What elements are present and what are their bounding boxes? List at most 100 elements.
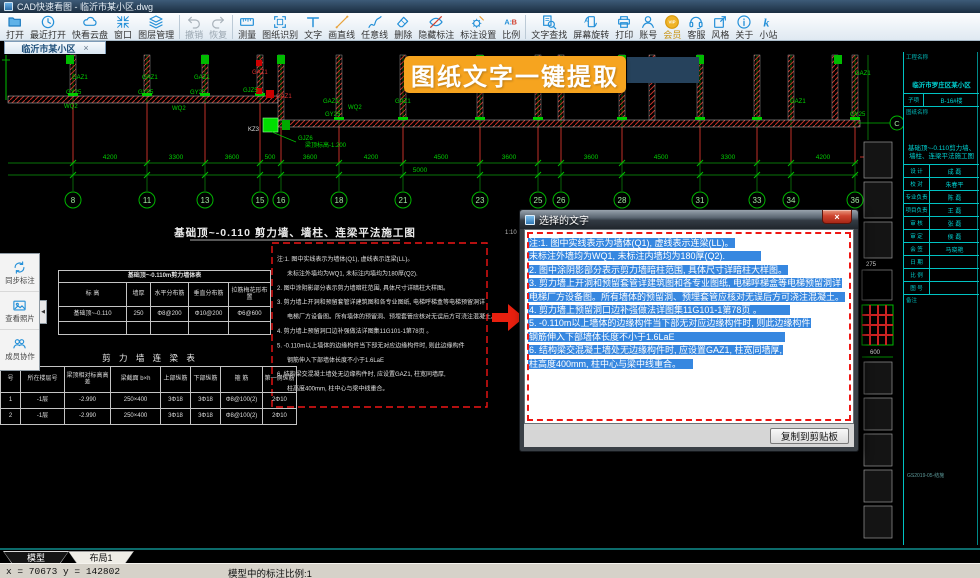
title-block-value: 朱春平 [930,178,979,190]
toolbar-button-eraser[interactable]: 删除 [391,14,415,40]
cad-text: GAZ1 [790,99,806,105]
toolbar-button-layers[interactable]: 图层管理 [135,14,177,40]
toolbar-button-label: 会员 [663,30,681,40]
dialog-text-line[interactable]: 柱高度400mm, 柱中心与梁中线重合。 [528,358,850,371]
toolbar-button-drawing-recognize[interactable]: 图纸识别 [259,14,301,40]
cad-text: 3600 [303,154,318,161]
title-block-value: 墙柱、连梁平法施工图 [909,153,974,161]
title-block-value: 基础顶~-0.110剪力墙、 [908,145,975,153]
title-block-note-section: 备注 [904,295,979,455]
title-block-value [930,256,979,268]
toolbar-button-text-search[interactable]: 文字查找 [528,14,570,40]
toolbar-button-about-info[interactable]: 关于 [732,14,756,40]
table-cell: 250×400 [111,393,161,409]
cad-text: 31 [696,196,705,205]
cad-text: 16 [277,196,286,205]
table-cell: 梁顶相对标高高差 [65,367,111,393]
toolbar-button-text-tool[interactable]: 文字 [301,14,325,40]
dialog-title-bar[interactable]: 选择的文字 [520,210,858,229]
toolbar-button-cloud-drive[interactable]: 快看云盘 [69,14,111,40]
title-block-person-row: 会 签马晓艳 [904,243,979,256]
dialog-text-line[interactable]: 2. 图中涂阴影部分表示剪力墙暗柱范围, 具体尺寸详暗柱大样图。 [528,264,850,277]
tab-close-icon[interactable]: × [83,44,88,53]
dialog-text-line[interactable]: 6. 结构梁交混凝土墙处无边缘构件时, 应设置GAZ1, 柱宽同墙厚, [528,344,850,357]
dialog-text-line[interactable]: 5. -0.110m以上墙体的边缘构件当下部无对应边缘构件时, 则此边缘构件 [528,317,850,330]
toolbar-button-printer[interactable]: 打印 [612,14,636,40]
cad-text: 5. -0.110m以上墙体的边缘构件当下部无对应边缘构件时, 则此边缘构件 [277,341,465,349]
table-cell [229,322,271,335]
document-tab[interactable]: 临沂市某小区 × [4,41,106,54]
toolbar-separator [525,15,526,39]
dialog-text-line[interactable]: 注:1. 图中实线表示为墙体(Q1), 虚线表示连梁(LL)。 [528,237,850,250]
text-tool-icon [305,14,321,30]
measure-icon [239,14,255,30]
toolbar-button-label: 画直线 [328,30,355,40]
title-block-label: 项目负责 [904,204,930,216]
cad-text: 500 [265,154,276,161]
title-bar: CAD快速看图 - 临沂市某小区.dwg [0,0,980,13]
toolbar-button-label: 测量 [238,30,256,40]
toolbar-button-label: 图层管理 [138,30,174,40]
title-block-divider [977,52,978,545]
dialog-text-line[interactable]: 未标注外墙均为WQ1, 未标注内墙均为180厚(Q2). [528,250,850,263]
table-cell [189,322,229,335]
toolbar-button-open-folder[interactable]: 打开 [3,14,27,40]
copy-to-clipboard-button[interactable]: 复制到剪贴板 [770,428,849,444]
toolbar-button-label: 小站 [759,30,777,40]
toolbar-button-free-line[interactable]: 任意线 [358,14,391,40]
toolbar-button-scale-ratio[interactable]: A:B比例 [499,14,523,40]
title-block-label: 日 期 [904,256,930,268]
toolbar-button-account[interactable]: 账号 [636,14,660,40]
cad-text: GAZ1 [142,75,158,81]
toolbar-button-recent-clock[interactable]: 最近打开 [27,14,69,40]
sidebar-item-sync[interactable]: 同步标注 [0,254,39,292]
cad-text: GAZ1 [855,71,871,77]
toolbar-button-vip-badge[interactable]: VIP会员 [660,14,684,40]
toolbar-button-draw-line[interactable]: 画直线 [325,14,358,40]
selected-text: 柱高度400mm, 柱中心与梁中线重合。 [528,359,693,369]
dialog-text-line[interactable]: 4. 剪力墙上预留洞口边补强做法详图集11G101-1第78页 。 [528,304,850,317]
cursor-coordinates: x = 70673 y = 142802 [6,566,120,577]
title-block-label: 校 对 [904,178,930,190]
dialog-text-line[interactable]: 3. 剪力墙上开洞和预留套管详建筑图和各专业图纸, 电梯呼梯盒等电梯预留洞详 [528,277,850,290]
cad-text: GAZ1 [72,75,88,81]
table-cell [127,322,151,335]
dialog-text-line[interactable]: 钢筋伸入下部墙体长度不小于1.6LaE [528,331,850,344]
title-block-label: 子项 [904,94,924,106]
sidebar-item-photo[interactable]: 查看照片 [0,292,39,330]
toolbar-button-screen-rotate[interactable]: 屏幕旋转 [570,14,612,40]
cad-text: 基础顶~-0.110 剪力墙、墙柱、连梁平法施工图 [173,226,416,239]
toolbar-button-customer-service[interactable]: 客服 [684,14,708,40]
cad-text: GJZ6 [298,136,313,142]
sidebar-collapse-handle[interactable]: ◀ [40,300,47,324]
cad-text: 钢筋伸入下部墙体长度不小于1.6LaE [287,356,384,364]
cad-text: WQ2 [64,104,78,110]
toolbar-button-measure[interactable]: 测量 [235,14,259,40]
toolbar-button-k-site[interactable]: k小站 [756,14,780,40]
toolbar-button-label: 恢复 [209,30,227,40]
collab-icon [12,336,27,351]
sync-icon [12,260,27,275]
toolbar-button-annotation-settings[interactable]: 标注设置 [457,14,499,40]
table-cell: -1层 [21,409,65,425]
cad-text: 梁顶标高-1.200 [305,141,347,149]
cad-text: 26 [557,196,566,205]
table-cell: 墙厚 [127,283,151,307]
selected-text: 2. 图中涂阴影部分表示剪力墙暗柱范围, 具体尺寸详暗柱大样图。 [528,265,788,275]
table-cell: 3Φ18 [161,393,191,409]
dialog-close-button[interactable]: × [822,210,852,224]
svg-text:B: B [512,18,517,27]
table-cell: 1 [1,393,21,409]
title-block-label: 审 核 [904,217,930,229]
selected-text: 6. 结构梁交混凝土墙处无边缘构件时, 应设置GAZ1, 柱宽同墙厚, [528,345,783,355]
toolbar-button-style-switch[interactable]: 风格 [708,14,732,40]
sidebar-item-collab[interactable]: 成员协作 [0,330,39,368]
toolbar-button-window-arrange[interactable]: 窗口 [111,14,135,40]
cad-text: 3. 剪力墙上开洞和预留套管详建筑图和各专业图纸, 电梯呼梯盒等电梯预留洞详 [277,298,485,306]
toolbar-button-hide-annotation[interactable]: 隐藏标注 [415,14,457,40]
dialog-text-line[interactable]: 电梯厂方设备图。所有墙体的预留洞、预埋套管应核对无误后方可浇注混凝土。 [528,291,850,304]
dialog-text-area[interactable]: 注:1. 图中实线表示为墙体(Q1), 虚线表示连梁(LL)。未标注外墙均为WQ… [524,229,854,424]
table-cell: 水平分布筋 [151,283,189,307]
toolbar-button-label: 标注设置 [460,30,496,40]
beam-table-title: 剪 力 墙 连 梁 表 [20,352,280,364]
